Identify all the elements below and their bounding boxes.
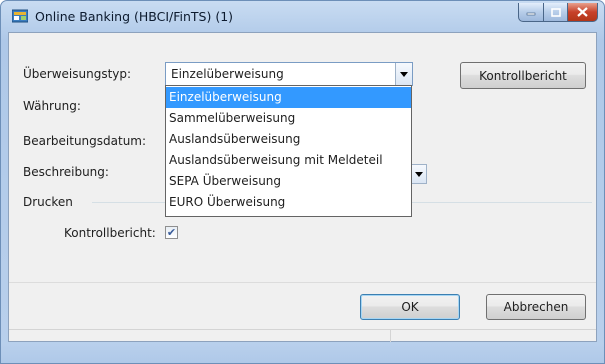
window-title: Online Banking (HBCI/FinTS) (1) bbox=[35, 9, 234, 24]
transfer-type-dropdown-button[interactable] bbox=[395, 63, 412, 85]
button-separator bbox=[9, 282, 596, 283]
processing-date-label: Bearbeitungsdatum: bbox=[23, 134, 147, 148]
control-report-button[interactable]: Kontrollbericht bbox=[460, 62, 586, 89]
print-group-label: Drucken bbox=[23, 195, 73, 209]
dropdown-option[interactable]: SEPA Überweisung bbox=[166, 171, 411, 192]
cancel-button[interactable]: Abbrechen bbox=[486, 294, 586, 320]
transfer-type-label: Überweisungstyp: bbox=[23, 67, 132, 81]
transfer-type-dropdown-list[interactable]: Einzelüberweisung Sammelüberweisung Ausl… bbox=[165, 85, 412, 217]
app-icon bbox=[12, 9, 28, 23]
window-bottom-frame bbox=[1, 343, 604, 363]
chevron-down-icon bbox=[400, 71, 408, 77]
chevron-down-icon bbox=[415, 171, 423, 177]
close-icon bbox=[577, 7, 588, 17]
dialog-window: Online Banking (HBCI/FinTS) (1) Überweis… bbox=[0, 0, 605, 364]
transfer-type-combobox[interactable]: Einzelüberweisung bbox=[165, 62, 413, 86]
maximize-icon bbox=[550, 7, 561, 17]
dialog-body: Überweisungstyp: Einzelüberweisung Kontr… bbox=[8, 32, 597, 342]
description-dropdown-button[interactable] bbox=[411, 164, 427, 184]
maximize-button[interactable] bbox=[544, 3, 568, 22]
currency-label: Währung: bbox=[23, 99, 81, 113]
control-report-label: Kontrollbericht: bbox=[64, 226, 156, 240]
description-label: Beschreibung: bbox=[23, 165, 109, 179]
transfer-type-value: Einzelüberweisung bbox=[171, 67, 284, 81]
ok-button[interactable]: OK bbox=[360, 294, 460, 320]
checkmark-icon: ✔ bbox=[166, 226, 177, 239]
status-bar bbox=[9, 329, 596, 342]
dropdown-option[interactable]: Auslandsüberweisung bbox=[166, 129, 411, 150]
title-bar[interactable]: Online Banking (HBCI/FinTS) (1) bbox=[1, 1, 604, 31]
minimize-button[interactable] bbox=[518, 3, 544, 22]
dropdown-option[interactable]: Sammelüberweisung bbox=[166, 108, 411, 129]
dropdown-option[interactable]: EURO Überweisung bbox=[166, 192, 411, 213]
status-bar-divider bbox=[390, 330, 391, 342]
dropdown-option[interactable]: Auslandsüberweisung mit Meldeteil bbox=[166, 150, 411, 171]
minimize-icon bbox=[526, 12, 536, 16]
dropdown-option[interactable]: Einzelüberweisung bbox=[166, 87, 411, 108]
control-report-checkbox[interactable]: ✔ bbox=[165, 226, 178, 239]
close-button[interactable] bbox=[568, 3, 598, 22]
